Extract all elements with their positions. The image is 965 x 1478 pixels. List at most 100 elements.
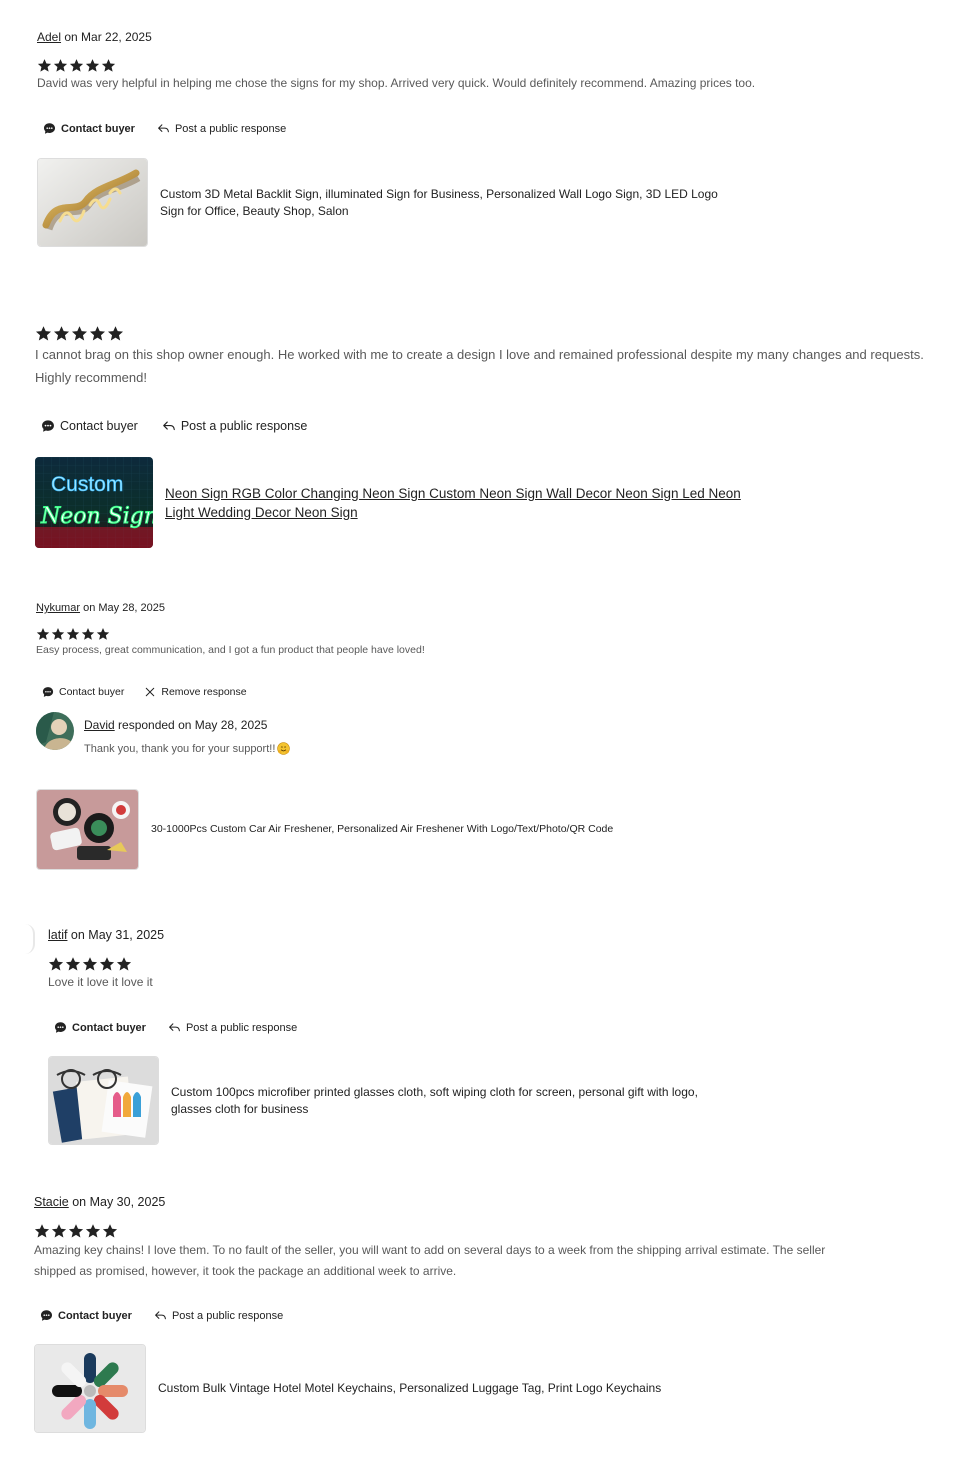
reply-arrow-icon [154,1309,167,1322]
contact-buyer-button[interactable]: Contact buyer [42,686,124,698]
star-rating [36,627,936,641]
reviewer-link[interactable]: Adel [37,30,61,44]
product-title-link[interactable]: Neon Sign RGB Color Changing Neon Sign C… [165,484,765,522]
review-meta: latif on May 31, 2025 [48,928,928,942]
post-response-label: Post a public response [171,1309,284,1322]
review-date: on May 30, 2025 [68,1195,166,1209]
glasses-cloth-image [49,1057,158,1144]
review-text: I cannot brag on this shop owner enough.… [35,347,924,385]
hugging-face-emoji-icon [277,742,291,755]
response-text: Thank you, thank you for your support!! [84,742,276,755]
star-icon [34,1223,50,1239]
review-actions: Contact buyer Remove response [42,686,936,698]
review-text: Amazing key chains! I love them. To no f… [34,1243,826,1278]
post-response-label: Post a public response [185,1021,298,1034]
contact-buyer-button[interactable]: Contact buyer [54,1021,146,1034]
contact-buyer-button[interactable]: Contact buyer [43,122,135,135]
star-icon [99,956,115,972]
response-text-row: Thank you, thank you for your support!! [84,742,291,755]
contact-buyer-label: Contact buyer [58,1309,132,1322]
review-actions: Contact buyer Post a public response [41,419,925,433]
review-actions: Contact buyer Post a public response [54,1021,928,1034]
star-icon [102,1223,118,1239]
product-thumbnail[interactable]: Custom Neon Sign [35,457,153,548]
air-freshener-image [37,790,138,869]
star-icon [48,956,64,972]
post-response-button[interactable]: Post a public response [162,419,307,433]
star-icon [53,325,70,342]
reply-arrow-icon [157,122,170,135]
star-icon [96,627,110,641]
contact-buyer-button[interactable]: Contact buyer [41,419,138,433]
reply-arrow-icon [162,419,176,433]
neon-sign-image: Custom Neon Sign [35,457,153,548]
star-icon [69,58,84,73]
star-icon [66,627,80,641]
product-thumbnail[interactable] [48,1056,159,1145]
post-response-label: Post a public response [174,122,287,135]
review-card: I cannot brag on this shop owner enough.… [35,325,925,548]
star-rating [35,325,925,342]
review-text: Love it love it love it [48,975,153,989]
contact-buyer-label: Contact buyer [72,1021,146,1034]
star-icon [51,1223,67,1239]
star-rating [34,1223,934,1239]
product-thumbnail[interactable] [34,1344,146,1433]
star-icon [85,58,100,73]
seller-response: David responded on May 28, 2025 Thank yo… [36,712,936,755]
post-response-label: Post a public response [180,419,308,433]
star-rating [48,956,928,972]
product-thumbnail[interactable] [36,789,139,870]
product-row: Custom 100pcs microfiber printed glasses… [48,1056,928,1145]
review-date: on May 28, 2025 [80,602,166,614]
star-rating [37,58,937,73]
chat-icon [43,122,56,135]
star-icon [85,1223,101,1239]
reviewer-link[interactable]: latif [48,928,67,942]
post-response-button[interactable]: Post a public response [154,1309,283,1322]
star-icon [82,956,98,972]
star-icon [101,58,116,73]
chat-icon [42,686,54,698]
star-icon [53,58,68,73]
product-title[interactable]: Custom Bulk Vintage Hotel Motel Keychain… [158,1380,758,1396]
review-text: Easy process, great communication, and I… [36,644,425,656]
product-row: Custom Bulk Vintage Hotel Motel Keychain… [34,1344,934,1433]
star-icon [89,325,106,342]
keychains-image [35,1345,145,1432]
star-icon [36,627,50,641]
reviewer-link[interactable]: Stacie [34,1195,69,1209]
product-title[interactable]: 30-1000Pcs Custom Car Air Freshener, Per… [151,822,651,836]
neon-thumb-text-1: Custom [51,473,123,496]
product-title[interactable]: Custom 3D Metal Backlit Sign, illuminate… [160,186,720,218]
reviewer-link[interactable]: Nykumar [36,602,80,614]
review-meta: Nykumar on May 28, 2025 [36,602,936,614]
star-icon [107,325,124,342]
contact-buyer-button[interactable]: Contact buyer [40,1309,132,1322]
avatar[interactable] [36,712,74,750]
review-card: Adel on Mar 22, 2025 David was very help… [37,30,937,247]
response-date: responded on May 28, 2025 [114,718,268,732]
review-text: David was very helpful in helping me cho… [37,76,756,90]
star-icon [81,627,95,641]
chat-icon [54,1021,67,1034]
close-icon [144,686,156,698]
star-icon [71,325,88,342]
post-response-button[interactable]: Post a public response [168,1021,297,1034]
star-icon [51,627,65,641]
response-meta: David responded on May 28, 2025 [84,718,290,732]
product-row: Custom Neon Sign Neon Sign RGB Color Cha… [35,457,925,548]
star-icon [116,956,132,972]
product-thumbnail[interactable] [37,158,148,247]
post-response-button[interactable]: Post a public response [157,122,286,135]
review-date: on Mar 22, 2025 [61,30,152,44]
star-icon [37,58,52,73]
review-card: latif on May 31, 2025 Love it love it lo… [48,928,928,1145]
review-date: on May 31, 2025 [67,928,165,942]
product-row: 30-1000Pcs Custom Car Air Freshener, Per… [36,789,936,870]
scroll-edge-divider [25,924,35,954]
remove-response-button[interactable]: Remove response [144,686,247,698]
product-title[interactable]: Custom 100pcs microfiber printed glasses… [171,1084,731,1116]
star-icon [35,325,52,342]
responder-link[interactable]: David [84,718,115,732]
